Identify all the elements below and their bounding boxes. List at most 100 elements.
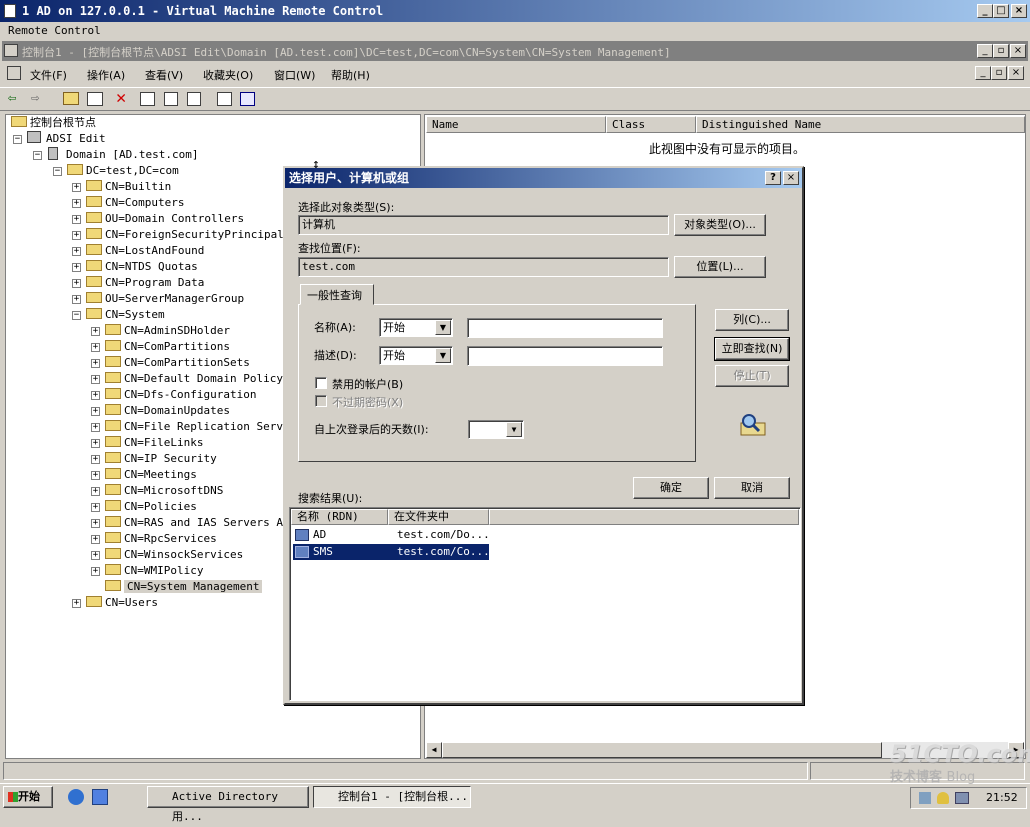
days-since-logon-select[interactable]: ▼	[468, 420, 524, 439]
tree-item[interactable]: CN=DomainUpdates	[105, 403, 230, 419]
tree-item[interactable]: CN=IP Security	[105, 451, 217, 467]
mmc-restore-button[interactable]: ▫	[993, 44, 1009, 58]
shield-icon[interactable]	[937, 792, 949, 804]
expand-toggle-icon[interactable]: +	[91, 439, 100, 448]
result-row[interactable]: AD test.com/Do...	[293, 527, 490, 543]
expand-toggle-icon[interactable]: +	[91, 407, 100, 416]
tree-item[interactable]: CN=Policies	[105, 499, 197, 515]
tree-item[interactable]: CN=WinsockServices	[105, 547, 243, 563]
menu-view[interactable]: 查看(V)	[145, 67, 183, 83]
tree-item[interactable]: CN=ForeignSecurityPrincipals	[86, 227, 290, 243]
expand-toggle-icon[interactable]: +	[72, 599, 81, 608]
task-console[interactable]: 控制台1 - [控制台根...	[313, 786, 471, 808]
tree-domain[interactable]: Domain [AD.test.com]	[48, 147, 198, 163]
mmc-close-button[interactable]: ×	[1010, 44, 1026, 58]
dropdown-arrow-icon[interactable]: ▼	[435, 348, 451, 363]
mmc-minimize-button[interactable]: _	[977, 44, 993, 58]
col-header-dn[interactable]: Distinguished Name	[696, 116, 1025, 133]
tree-item[interactable]: CN=Meetings	[105, 467, 197, 483]
expand-toggle-icon[interactable]: +	[91, 471, 100, 480]
scroll-left-button[interactable]: ◀	[426, 742, 442, 758]
expand-toggle-icon[interactable]: −	[72, 311, 81, 320]
start-button[interactable]: 开始	[3, 786, 53, 808]
show-hide-icon[interactable]	[240, 92, 255, 106]
tree-item[interactable]: CN=MicrosoftDNS	[105, 483, 223, 499]
ok-button[interactable]: 确定	[633, 477, 709, 499]
disabled-accounts-checkbox[interactable]	[315, 377, 327, 389]
tree-item[interactable]: CN=Dfs-Configuration	[105, 387, 256, 403]
child-restore-button[interactable]: ▫	[991, 66, 1007, 80]
export-list-icon[interactable]	[187, 92, 201, 106]
expand-toggle-icon[interactable]: +	[72, 183, 81, 192]
menu-file[interactable]: 文件(F)	[30, 67, 67, 83]
results-col-name[interactable]: 名称 (RDN)	[291, 509, 388, 525]
computer-icon[interactable]	[955, 792, 969, 804]
results-col-folder[interactable]: 在文件夹中	[388, 509, 489, 525]
menu-help[interactable]: 帮助(H)	[331, 67, 370, 83]
locations-button[interactable]: 位置(L)...	[674, 256, 766, 278]
expand-toggle-icon[interactable]: +	[72, 247, 81, 256]
tree-adsi-edit[interactable]: ADSI Edit	[27, 131, 106, 147]
result-row-selected[interactable]: SMS test.com/Co...	[292, 543, 490, 561]
object-types-button[interactable]: 对象类型(O)...	[674, 214, 766, 236]
cancel-button[interactable]: 取消	[714, 477, 790, 499]
tree-item[interactable]: CN=Program Data	[86, 275, 204, 291]
expand-toggle-icon[interactable]: +	[72, 263, 81, 272]
tree-item[interactable]: CN=NTDS Quotas	[86, 259, 198, 275]
menu-action[interactable]: 操作(A)	[87, 67, 125, 83]
tree-item[interactable]: CN=ComPartitions	[105, 339, 230, 355]
tree-item[interactable]: CN=Users	[86, 595, 158, 611]
tree-item[interactable]: CN=FileLinks	[105, 435, 203, 451]
tree-item[interactable]: CN=File Replication Service	[105, 419, 303, 435]
tab-general-queries[interactable]: 一般性查询	[300, 284, 374, 305]
tree-item[interactable]: CN=Computers	[86, 195, 184, 211]
show-tree-icon[interactable]	[87, 92, 103, 106]
refresh-icon[interactable]	[164, 92, 178, 106]
expand-toggle-icon[interactable]: +	[91, 455, 100, 464]
expand-toggle-icon[interactable]: +	[91, 327, 100, 336]
tree-item[interactable]: OU=ServerManagerGroup	[86, 291, 244, 307]
expand-toggle-icon[interactable]: +	[72, 199, 81, 208]
expand-toggle-icon[interactable]: +	[91, 375, 100, 384]
scroll-thumb[interactable]	[442, 742, 882, 758]
properties-icon[interactable]	[140, 92, 155, 106]
expand-toggle-icon[interactable]: +	[72, 279, 81, 288]
up-folder-icon[interactable]	[63, 92, 79, 105]
network-icon[interactable]	[919, 792, 931, 804]
back-icon[interactable]: ⇦	[8, 90, 16, 106]
vm-menu-remote-control[interactable]: Remote Control	[8, 24, 101, 37]
menu-window[interactable]: 窗口(W)	[274, 67, 315, 83]
expand-toggle-icon[interactable]: +	[91, 359, 100, 368]
forward-icon[interactable]: ⇨	[31, 90, 39, 106]
columns-button[interactable]: 列(C)...	[715, 309, 789, 331]
name-input[interactable]	[467, 318, 663, 338]
vm-minimize-button[interactable]: _	[977, 4, 993, 18]
tree-root[interactable]: 控制台根节点	[11, 115, 96, 131]
expand-toggle-icon[interactable]: +	[72, 215, 81, 224]
tree-item[interactable]: CN=WMIPolicy	[105, 563, 203, 579]
find-now-button[interactable]: 立即查找(N)	[714, 337, 790, 361]
expand-toggle-icon[interactable]: +	[72, 231, 81, 240]
search-results-list[interactable]: 名称 (RDN) 在文件夹中 AD test.com/Do... SMS tes…	[289, 507, 801, 701]
tree-item[interactable]: CN=Builtin	[86, 179, 171, 195]
tree-item[interactable]: CN=AdminSDHolder	[105, 323, 230, 339]
description-input[interactable]	[467, 346, 663, 366]
tree-item[interactable]: CN=Default Domain Policy	[105, 371, 283, 387]
tree-dc[interactable]: DC=test,DC=com	[67, 163, 179, 179]
ie-icon[interactable]	[68, 789, 84, 805]
tree-item[interactable]: CN=System Management	[105, 579, 263, 595]
delete-icon[interactable]: ✕	[116, 88, 126, 108]
expand-toggle-icon[interactable]: +	[91, 391, 100, 400]
expand-toggle-icon[interactable]: +	[72, 295, 81, 304]
task-active-directory[interactable]: Active Directory 用...	[147, 786, 309, 823]
expand-toggle-icon[interactable]: +	[91, 503, 100, 512]
expand-toggle-icon[interactable]: +	[91, 423, 100, 432]
child-close-button[interactable]: ×	[1008, 66, 1024, 80]
tree-item[interactable]: CN=ComPartitionSets	[105, 355, 250, 371]
child-minimize-button[interactable]: _	[975, 66, 991, 80]
dialog-close-button[interactable]: ×	[783, 171, 799, 185]
col-header-name[interactable]: Name	[426, 116, 606, 133]
vm-close-button[interactable]: ×	[1011, 4, 1027, 18]
expand-toggle-icon[interactable]: +	[91, 551, 100, 560]
desc-mode-select[interactable]: 开始 ▼	[379, 346, 453, 365]
